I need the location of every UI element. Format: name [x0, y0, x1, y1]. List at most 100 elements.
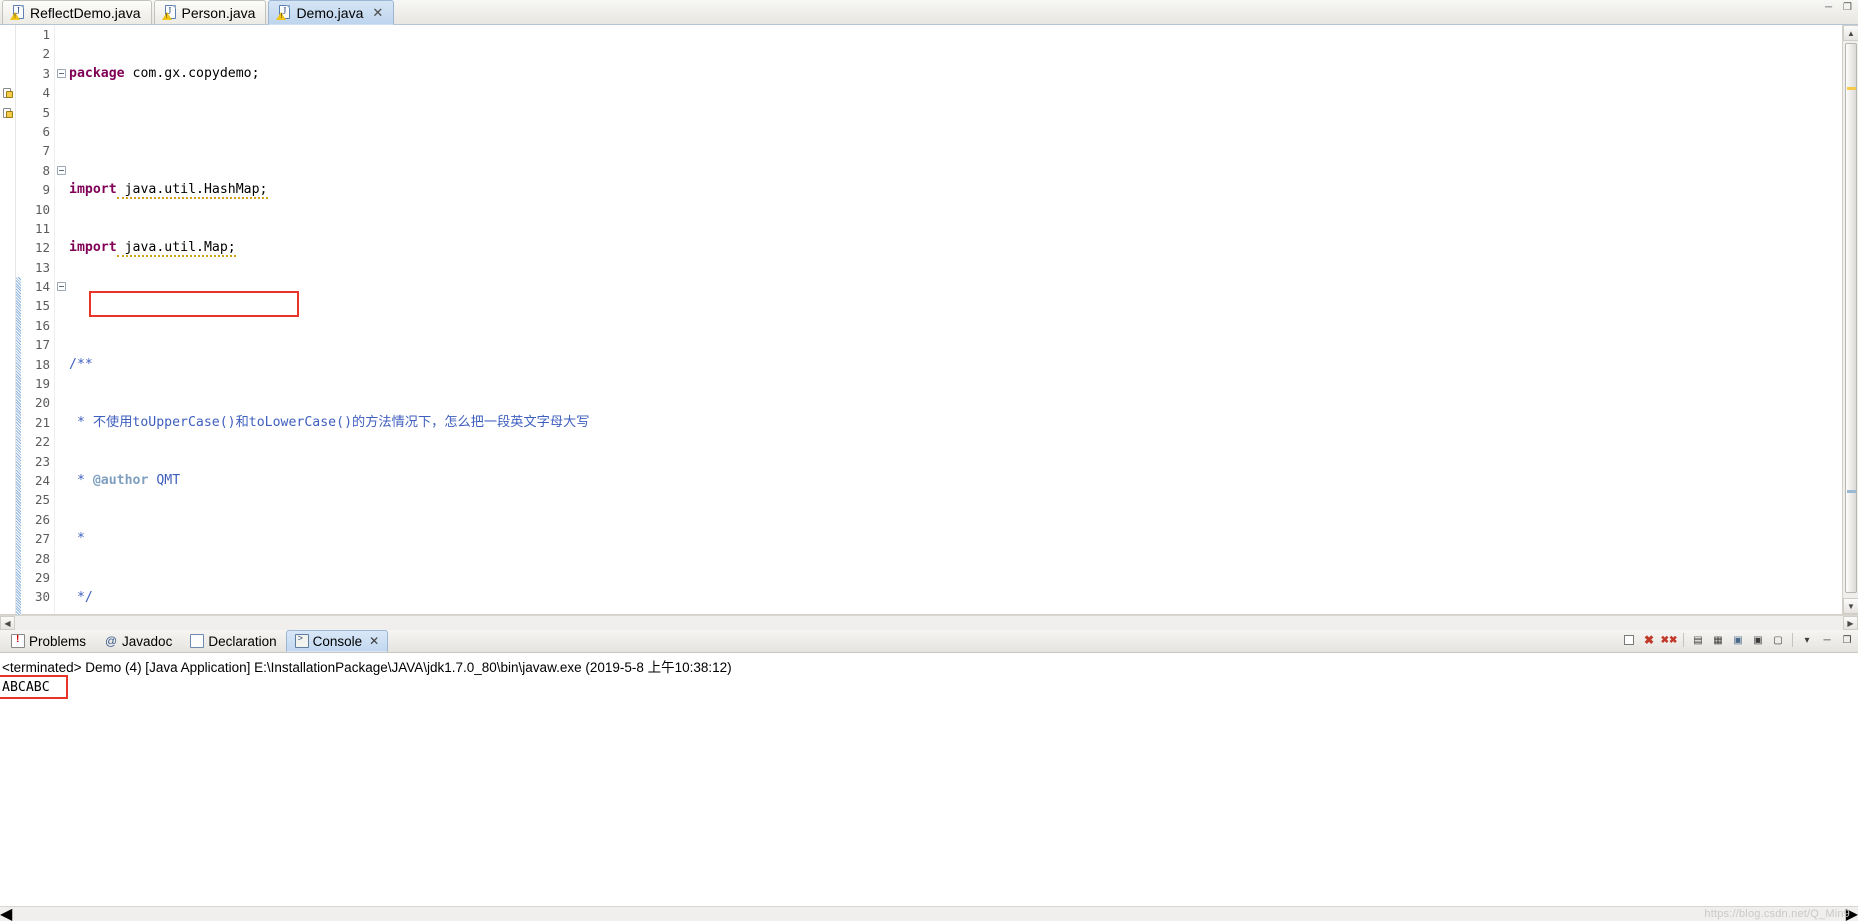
javadoc-author-value: QMT	[148, 473, 181, 489]
tab-declaration[interactable]: Declaration	[181, 630, 285, 652]
scroll-down-arrow[interactable]: ▼	[1843, 598, 1858, 614]
display-selected-console-button[interactable]: ▣	[1749, 631, 1767, 649]
annotation-ruler[interactable]	[0, 25, 16, 614]
javadoc-star: *	[69, 473, 93, 489]
folding-ruler[interactable]	[54, 25, 67, 614]
maximize-button[interactable]: ❐	[1841, 2, 1854, 13]
javadoc-author-tag: @author	[92, 473, 149, 489]
editor-tab-person[interactable]: J ! Person.java	[153, 0, 267, 24]
pin-console-button[interactable]: ▣	[1729, 631, 1747, 649]
java-file-warning-icon: J !	[10, 5, 25, 20]
javadoc-star: *	[69, 531, 85, 547]
fold-toggle-javadoc[interactable]	[57, 166, 66, 175]
console-output-text: ABCABC	[2, 680, 50, 695]
scroll-left-arrow[interactable]: ◀	[0, 904, 12, 921]
line-number: 17	[34, 337, 50, 353]
line-number: 19	[34, 376, 50, 392]
javadoc-star: *	[69, 415, 93, 431]
line-number: 9	[42, 182, 50, 198]
remove-all-terminated-button[interactable]: ✖✖	[1660, 631, 1678, 649]
bottom-tab-label: Problems	[29, 633, 87, 649]
javadoc-close: */	[69, 589, 93, 605]
overview-marker-occurrence[interactable]	[1847, 490, 1856, 493]
code-line-4: import java.util.Map;	[69, 238, 1842, 258]
close-icon[interactable]: ✕	[372, 6, 383, 19]
bottom-tab-label: Declaration	[208, 633, 277, 649]
line-number: 12	[34, 240, 50, 256]
java-file-warning-icon: J !	[161, 5, 177, 20]
line-number: 30	[34, 589, 50, 605]
editor-horizontal-scrollbar[interactable]: ◀ ▶	[0, 615, 1858, 630]
eclipse-ide-window: J ! ReflectDemo.java J ! Person.java J !…	[0, 0, 1858, 921]
line-number: 4	[42, 85, 50, 101]
tab-problems[interactable]: Problems	[2, 630, 95, 652]
change-bar	[16, 277, 21, 615]
javadoc-open: /**	[69, 356, 93, 372]
editor-tab-demo[interactable]: J ! Demo.java ✕	[268, 0, 395, 25]
declaration-icon	[190, 634, 205, 648]
code-line-8: * @author QMT	[69, 471, 1842, 490]
line-number: 22	[34, 434, 50, 450]
line-number: 29	[34, 569, 50, 585]
line-number: 16	[34, 317, 50, 333]
keyword-import: import	[69, 240, 117, 256]
code-line-3: import java.util.HashMap;	[69, 180, 1842, 200]
editor-tab-reflectdemo[interactable]: J ! ReflectDemo.java	[2, 0, 152, 24]
line-number: 25	[34, 492, 50, 508]
console-output-area[interactable]: ABCABC	[0, 675, 1858, 906]
scroll-left-arrow[interactable]: ◀	[0, 616, 15, 630]
maximize-panel-button[interactable]: ❐	[1838, 631, 1856, 649]
code-editor[interactable]: 1 2 3 4 5 6 7 8 9 10 11 12 13 14 15 16 1…	[0, 25, 1858, 615]
bottom-tab-label: Console	[312, 633, 363, 649]
line-number: 15	[34, 298, 50, 314]
editor-tab-bar: J ! ReflectDemo.java J ! Person.java J !…	[0, 0, 1858, 25]
scroll-up-arrow[interactable]: ▲	[1843, 25, 1858, 41]
scroll-thumb[interactable]	[1845, 43, 1857, 593]
tab-javadoc[interactable]: @ Javadoc	[95, 630, 181, 652]
code-text-area[interactable]: package com.gx.copydemo; import java.uti…	[67, 25, 1842, 614]
line-number: 18	[34, 356, 50, 372]
code-line-9: *	[69, 529, 1842, 548]
import-hashmap: java.util.HashMap;	[116, 182, 268, 200]
view-menu-button[interactable]: ▾	[1798, 631, 1816, 649]
clear-console-button[interactable]: ▤	[1689, 631, 1707, 649]
remove-launch-button[interactable]: ✖	[1640, 631, 1658, 649]
at-icon: @	[104, 634, 118, 648]
line-number: 26	[34, 511, 50, 527]
console-status-line: <terminated> Demo (4) [Java Application]…	[2, 660, 732, 675]
minimize-panel-button[interactable]: ─	[1818, 631, 1836, 649]
scroll-right-arrow[interactable]: ▶	[1843, 616, 1858, 630]
window-controls: ─ ❐	[1822, 2, 1854, 13]
console-toolbar: ✖ ✖✖ ▤ ▦ ▣ ▣ ▢ ▾ ─ ❐	[1620, 631, 1856, 649]
terminate-button[interactable]	[1620, 631, 1638, 649]
line-number: 27	[34, 531, 50, 547]
line-number: 7	[42, 143, 50, 159]
problems-icon	[11, 634, 25, 648]
watermark-text: https://blog.csdn.net/Q_Min9	[1704, 908, 1850, 920]
line-number: 10	[34, 201, 50, 217]
bottom-tab-bar: Problems @ Javadoc Declaration Console ✕…	[0, 630, 1858, 653]
fold-toggle-import[interactable]	[57, 69, 66, 78]
code-line-1: package com.gx.copydemo;	[69, 64, 1842, 83]
line-number: 13	[34, 259, 50, 275]
fold-toggle-main-method[interactable]	[57, 282, 66, 291]
tab-console[interactable]: Console ✕	[285, 630, 389, 652]
bottom-panel: Problems @ Javadoc Declaration Console ✕…	[0, 630, 1858, 921]
javadoc-chinese-description: 不使用toUpperCase()和toLowerCase()的方法情况下，怎么把…	[92, 415, 590, 431]
open-console-button[interactable]: ▢	[1769, 631, 1787, 649]
editor-vertical-scrollbar[interactable]: ▲ ▼	[1842, 25, 1858, 614]
line-number: 28	[34, 550, 50, 566]
console-icon	[294, 633, 309, 648]
console-horizontal-scrollbar[interactable]: ◀ ▶ https://blog.csdn.net/Q_Min9	[0, 906, 1858, 921]
editor-tab-label: Person.java	[181, 4, 256, 21]
line-number: 23	[34, 453, 50, 469]
close-icon[interactable]: ✕	[369, 634, 379, 648]
scroll-lock-button[interactable]: ▦	[1709, 631, 1727, 649]
editor-tab-label: ReflectDemo.java	[30, 4, 141, 21]
overview-marker-warning[interactable]	[1847, 87, 1856, 90]
warning-marker-import-hashmap[interactable]	[2, 87, 14, 99]
warning-marker-import-map[interactable]	[2, 107, 14, 119]
toolbar-separator	[1683, 633, 1684, 647]
minimize-button[interactable]: ─	[1822, 2, 1835, 13]
toolbar-separator	[1792, 633, 1793, 647]
